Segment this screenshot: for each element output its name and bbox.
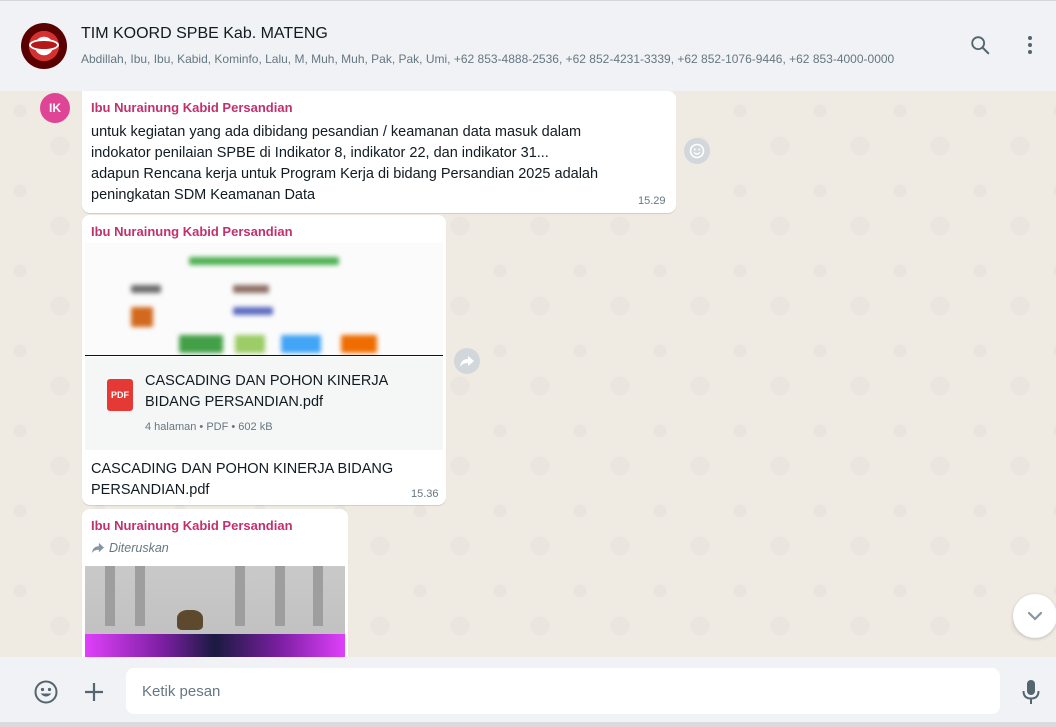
microphone-icon — [1022, 680, 1040, 704]
photo-detail — [235, 566, 245, 626]
attach-button[interactable] — [79, 677, 109, 707]
group-logo-icon — [29, 39, 59, 51]
message-bubble[interactable]: Ibu Nurainung Kabid Persandian Diteruska… — [82, 509, 348, 657]
message-input[interactable] — [126, 668, 1000, 714]
message-list[interactable]: IK Ibu Nurainung Kabid Persandian untuk … — [0, 91, 1056, 657]
preview-blur — [131, 285, 161, 293]
document-caption: CASCADING DAN POHON KINERJA BIDANG PERSA… — [91, 459, 411, 501]
preview-blur — [233, 307, 273, 315]
document-name-line: CASCADING DAN POHON KINERJA — [145, 373, 389, 389]
forward-icon — [460, 356, 474, 367]
forward-button[interactable] — [454, 348, 480, 374]
photo-detail — [275, 566, 285, 626]
react-button[interactable] — [684, 138, 710, 164]
emoji-icon — [34, 680, 58, 704]
group-avatar[interactable] — [21, 23, 67, 69]
document-name: CASCADING DAN POHON KINERJA BIDANG PERSA… — [145, 371, 425, 413]
garuda-emblem-icon — [177, 610, 203, 630]
preview-blur — [179, 335, 223, 353]
chevron-down-icon — [1027, 611, 1043, 621]
photo-detail — [85, 634, 345, 657]
message-line: peningkatan SDM Keamanan Data — [91, 187, 316, 203]
sender-avatar[interactable]: IK — [40, 93, 70, 123]
message-bubble[interactable]: Ibu Nurainung Kabid Persandian untuk keg… — [82, 91, 676, 213]
message-line: adapun Rencana kerja untuk Program Kerja… — [91, 166, 599, 182]
forwarded-photo[interactable] — [85, 566, 345, 657]
scroll-to-bottom-button[interactable] — [1013, 594, 1056, 638]
document-preview[interactable] — [85, 243, 443, 356]
plus-icon — [85, 683, 103, 701]
smiley-icon — [689, 143, 705, 159]
caption-line: PERSANDIAN.pdf — [91, 482, 210, 498]
preview-blur — [235, 335, 265, 353]
photo-detail — [135, 566, 145, 626]
preview-blur — [233, 285, 269, 293]
group-members[interactable]: Abdillah, Ibu, Ibu, Kabid, Kominfo, Lalu… — [81, 52, 941, 66]
photo-detail — [313, 566, 323, 626]
pdf-icon: PDF — [107, 379, 133, 411]
search-icon — [971, 36, 990, 55]
preview-blur — [281, 335, 321, 353]
message-bubble[interactable]: Ibu Nurainung Kabid Persandian PDF CASCA… — [82, 215, 446, 505]
chat-header[interactable]: TIM KOORD SPBE Kab. MATENG Abdillah, Ibu… — [0, 0, 1056, 91]
sender-name[interactable]: Ibu Nurainung Kabid Persandian — [91, 224, 293, 239]
preview-blur — [341, 335, 377, 353]
preview-blur — [131, 307, 153, 327]
document-meta: 4 halaman • PDF • 602 kB — [145, 421, 273, 433]
menu-button[interactable] — [1016, 31, 1044, 59]
message-time: 15.29 — [638, 195, 666, 207]
document-attachment[interactable]: PDF CASCADING DAN POHON KINERJA BIDANG P… — [85, 357, 443, 450]
photo-detail — [105, 566, 115, 626]
forwarded-text: Diteruskan — [109, 541, 169, 555]
caption-line: CASCADING DAN POHON KINERJA BIDANG — [91, 461, 394, 477]
message-line: indokator penilaian SPBE di Indikator 8,… — [91, 145, 549, 161]
message-text: untuk kegiatan yang ada dibidang pesandi… — [91, 122, 651, 206]
message-time: 15.36 — [411, 488, 439, 500]
search-button[interactable] — [966, 31, 994, 59]
document-name-line: BIDANG PERSANDIAN.pdf — [145, 394, 324, 410]
forwarded-label: Diteruskan — [91, 541, 169, 555]
sender-name[interactable]: Ibu Nurainung Kabid Persandian — [91, 518, 293, 533]
voice-record-button[interactable] — [1016, 677, 1046, 707]
whatsapp-chat-window: TIM KOORD SPBE Kab. MATENG Abdillah, Ibu… — [0, 0, 1056, 727]
menu-icon — [1028, 36, 1032, 54]
group-name[interactable]: TIM KOORD SPBE Kab. MATENG — [81, 25, 328, 43]
forward-icon — [92, 542, 104, 554]
emoji-button[interactable] — [31, 677, 61, 707]
preview-blur — [189, 257, 339, 265]
sender-name[interactable]: Ibu Nurainung Kabid Persandian — [91, 100, 293, 115]
message-line: untuk kegiatan yang ada dibidang pesandi… — [91, 124, 582, 140]
window-bottom-edge — [0, 722, 1056, 727]
message-composer — [0, 657, 1056, 727]
